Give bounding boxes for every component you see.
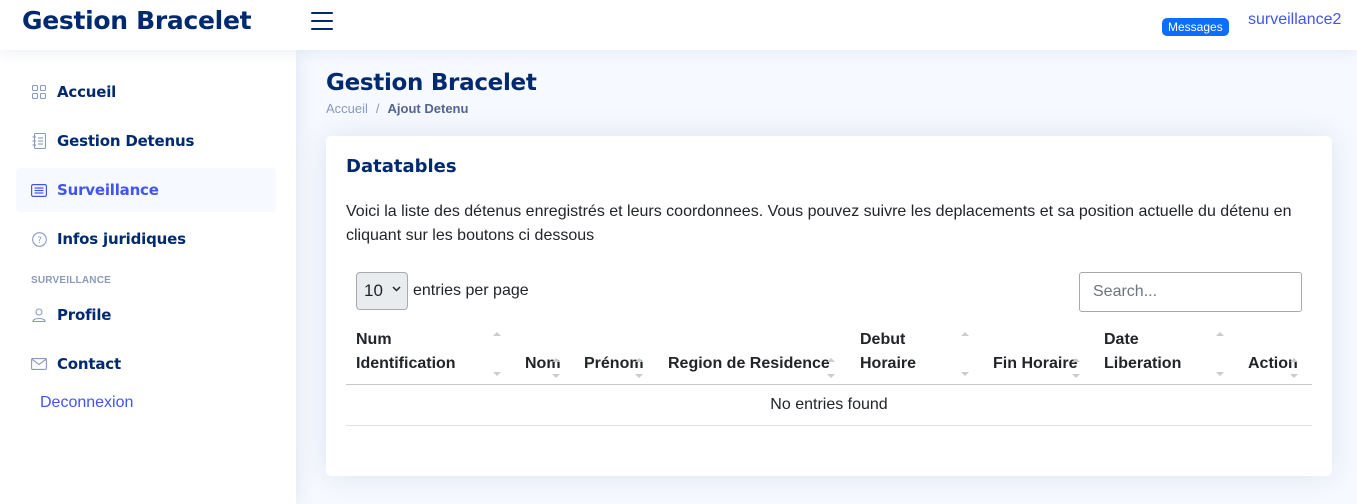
user-menu[interactable]: surveillance2 — [1248, 11, 1341, 29]
person-icon — [31, 307, 47, 323]
sort-icon[interactable] — [493, 330, 501, 382]
sort-icon[interactable] — [1290, 356, 1298, 380]
card-description: Voici la liste des détenus enregistrés e… — [346, 203, 1292, 244]
column-header-line: Region de Residence — [668, 355, 830, 372]
sort-icon[interactable] — [1216, 330, 1224, 382]
entries-per-page-label: entries per page — [413, 282, 529, 299]
column-header-line: Fin Horaire — [993, 355, 1078, 372]
table-empty-row: No entries found — [770, 396, 888, 413]
column-header-line: Num — [356, 331, 392, 348]
sidebar-toggle-icon[interactable] — [311, 12, 333, 31]
sort-icon[interactable] — [827, 356, 835, 380]
sidebar-item-label: Surveillance — [57, 181, 159, 199]
entries-per-page-select[interactable]: 10 — [356, 272, 408, 310]
sidebar-item-label: Profile — [57, 306, 112, 324]
sidebar-item-surveillance[interactable]: Surveillance — [16, 168, 276, 212]
column-header-line: Identification — [356, 355, 456, 372]
sort-icon[interactable] — [961, 330, 969, 382]
top-header: Gestion Bracelet Messages surveillance2 — [0, 0, 1357, 50]
column-header-line: Horaire — [860, 355, 917, 372]
sidebar-item-gestion-detenus[interactable]: Gestion Detenus — [16, 119, 276, 163]
table-bottom-divider — [346, 425, 1312, 426]
journal-icon — [31, 133, 47, 149]
sort-icon[interactable] — [552, 356, 560, 380]
sidebar-item-contact[interactable]: Contact — [16, 342, 276, 386]
sidebar-item-infos-juridiques[interactable]: ? Infos juridiques — [16, 217, 276, 261]
page-title: Gestion Bracelet — [326, 70, 537, 96]
svg-text:?: ? — [37, 236, 42, 246]
card-title: Datatables — [346, 156, 457, 177]
datatable-card: Datatables Voici la liste des détenus en… — [326, 136, 1332, 476]
grid-icon — [31, 84, 47, 100]
column-header-region-de-residence[interactable]: Region de Residence — [668, 352, 830, 376]
messages-badge[interactable]: Messages — [1162, 18, 1229, 36]
list-card-icon — [31, 182, 47, 198]
column-header-line: Date — [1104, 331, 1139, 348]
sidebar-item-label: Accueil — [57, 83, 117, 101]
sidebar-section-heading: SURVEILLANCE — [31, 275, 112, 286]
sidebar-item-label: Infos juridiques — [57, 230, 186, 248]
column-header-num-identification[interactable]: Num Identification — [356, 328, 456, 376]
column-header-line: Liberation — [1104, 355, 1182, 372]
sort-icon[interactable] — [635, 356, 643, 380]
sort-icon[interactable] — [1072, 356, 1080, 380]
search-input[interactable] — [1079, 272, 1302, 312]
column-header-debut-horaire[interactable]: Debut Horaire — [860, 328, 916, 376]
breadcrumb-home-link[interactable]: Accueil — [326, 101, 368, 116]
chevron-down-icon — [392, 286, 401, 292]
sidebar-item-accueil[interactable]: Accueil — [16, 70, 276, 114]
sidebar-item-label: Gestion Detenus — [57, 132, 195, 150]
question-circle-icon: ? — [31, 231, 47, 247]
column-header-fin-horaire[interactable]: Fin Horaire — [993, 352, 1077, 376]
column-header-line: Debut — [860, 331, 906, 348]
breadcrumb: Accueil / Ajout Detenu — [326, 101, 468, 116]
breadcrumb-current: Ajout Detenu — [387, 101, 469, 116]
sidebar-item-label: Contact — [57, 355, 121, 373]
envelope-icon — [31, 356, 47, 372]
app-logo[interactable]: Gestion Bracelet — [22, 6, 252, 35]
sidebar-item-profile[interactable]: Profile — [16, 293, 276, 337]
logout-link[interactable]: Deconnexion — [40, 394, 133, 412]
breadcrumb-separator: / — [375, 101, 380, 116]
sidebar: Accueil Gestion Detenus Surveillance ? I… — [0, 50, 296, 504]
column-header-date-liberation[interactable]: Date Liberation — [1104, 328, 1181, 376]
entries-value: 10 — [364, 281, 383, 300]
